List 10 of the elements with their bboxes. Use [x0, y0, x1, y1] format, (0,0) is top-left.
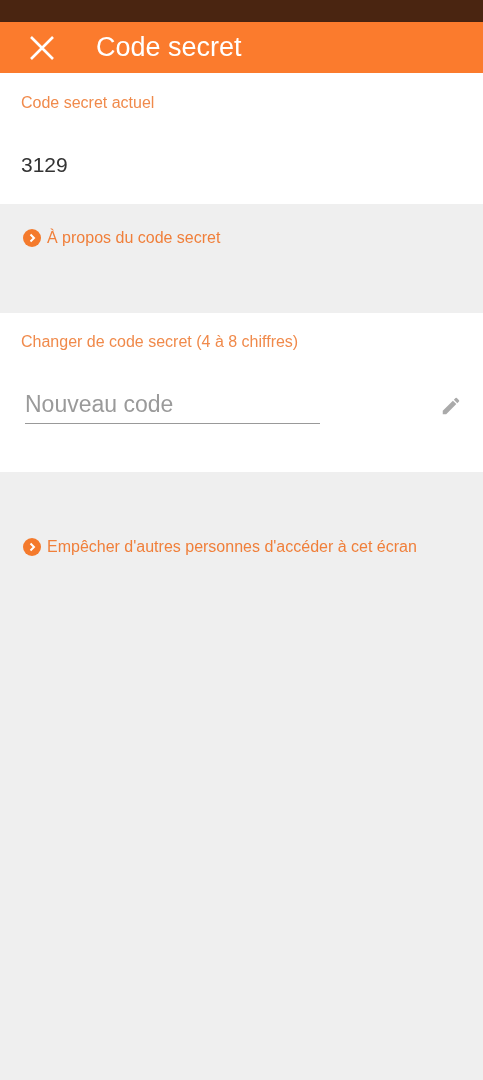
field-label: Code secret actuel: [21, 94, 156, 112]
chevron-circle-icon: [23, 229, 41, 247]
close-icon: [29, 34, 55, 61]
new-code-field[interactable]: Nouveau code: [25, 387, 320, 424]
code-value: 3129: [21, 153, 68, 177]
section-label: Changer de code secret (4 à 8 chiffres): [21, 333, 299, 351]
about-link[interactable]: À propos du code secret: [47, 229, 221, 247]
screen-title: Code secret: [96, 32, 242, 63]
protect-screen-link[interactable]: Empêcher d'autres personnes d'accéder à cet écran: [47, 538, 417, 556]
chevron-circle-icon: [23, 538, 41, 556]
